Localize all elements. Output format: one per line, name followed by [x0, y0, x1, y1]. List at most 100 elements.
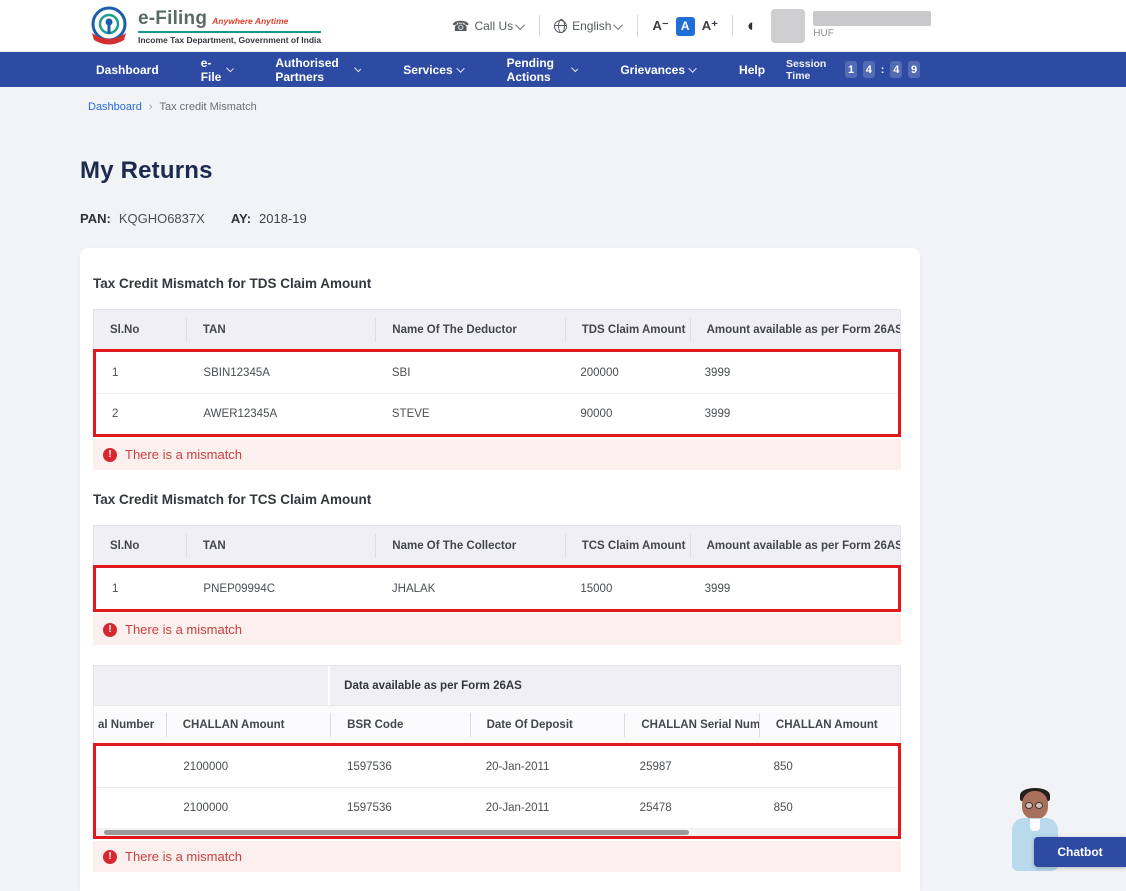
column-header-truncated: al Number [94, 713, 166, 737]
call-us-label: Call Us [474, 19, 513, 33]
income-tax-emblem-icon [88, 5, 130, 47]
tds-table: Sl.No TAN Name Of The Deductor TDS Claim… [93, 309, 901, 437]
cell: 90000 [564, 408, 688, 420]
column-header: CHALLAN Amount [759, 713, 900, 737]
logo-title: e-Filing [138, 8, 207, 30]
logo-tagline: Anywhere Anytime [212, 16, 288, 26]
group-header-empty [94, 666, 330, 705]
page-title: My Returns [80, 157, 1126, 185]
cell: 1 [96, 583, 187, 595]
chevron-down-icon [354, 64, 361, 71]
glasses-icon [1025, 802, 1045, 809]
user-profile-menu[interactable]: HUF [771, 9, 931, 43]
scrollbar-thumb[interactable] [104, 830, 689, 835]
column-header: Sl.No [94, 534, 186, 558]
warning-icon: ! [103, 448, 117, 462]
group-header-form26as: Data available as per Form 26AS [330, 680, 900, 692]
nav-grievances[interactable]: Grievances [599, 52, 718, 87]
breadcrumb-separator: › [149, 101, 153, 113]
cell: 200000 [564, 367, 688, 379]
chevron-down-icon [226, 64, 233, 71]
contrast-toggle-icon[interactable]: ◐ [747, 16, 757, 36]
tds-mismatch-highlight: 1 SBIN12345A SBI 200000 3999 2 AWER12345… [93, 349, 901, 437]
challan-mismatch-warning: ! There is a mismatch [93, 841, 901, 872]
warning-text: There is a mismatch [125, 622, 242, 637]
cell: 20-Jan-2011 [470, 761, 624, 773]
chevron-down-icon [614, 20, 624, 30]
cell: 1597536 [331, 761, 470, 773]
table-row: 1 SBIN12345A SBI 200000 3999 [96, 352, 898, 393]
tds-mismatch-warning: ! There is a mismatch [93, 439, 901, 470]
breadcrumb-dashboard-link[interactable]: Dashboard [88, 101, 142, 113]
divider [539, 15, 540, 37]
ay-value: 2018-19 [259, 211, 307, 226]
nav-label: Help [739, 63, 765, 77]
column-header: Date Of Deposit [470, 713, 625, 737]
efiling-logo[interactable]: e-Filing Anywhere Anytime Income Tax Dep… [88, 5, 321, 47]
cell: JHALAK [376, 583, 564, 595]
column-header: Sl.No [94, 318, 186, 342]
globe-icon [554, 20, 567, 33]
chevron-down-icon [456, 64, 464, 72]
chatbot-button[interactable]: Chatbot [1034, 837, 1126, 867]
chevron-down-icon [515, 20, 525, 30]
cell: 3999 [689, 583, 898, 595]
challan-group-header: Data available as per Form 26AS [93, 665, 901, 705]
user-type-label: HUF [813, 28, 931, 39]
font-increase-button[interactable]: A⁺ [702, 18, 718, 34]
chatbot-avatar-collar [1030, 819, 1040, 831]
nav-e-file[interactable]: e-File [180, 52, 255, 87]
column-header: Name Of The Collector [375, 534, 564, 558]
table-row: 1 PNEP09994C JHALAK 15000 3999 [96, 568, 898, 609]
cell: PNEP09994C [187, 583, 375, 595]
column-header: CHALLAN Serial Number [624, 713, 759, 737]
challan-column-header: al Number CHALLAN Amount BSR Code Date O… [93, 705, 901, 743]
breadcrumb: Dashboard › Tax credit Mismatch [88, 101, 1126, 113]
column-header: TCS Claim Amount [565, 534, 690, 558]
cell: 3999 [689, 408, 898, 420]
font-normal-button[interactable]: A [676, 17, 695, 36]
cell: 25478 [624, 802, 758, 814]
challan-mismatch-highlight: 2100000 1597536 20-Jan-2011 25987 850 21… [93, 743, 901, 839]
tds-table-header: Sl.No TAN Name Of The Deductor TDS Claim… [93, 309, 901, 349]
nav-dashboard[interactable]: Dashboard [75, 52, 180, 87]
phone-icon: ☎ [452, 18, 469, 35]
nav-help[interactable]: Help [718, 52, 786, 87]
session-time-label: Session Time [786, 58, 839, 82]
session-colon: : [881, 64, 885, 76]
session-digit: 9 [908, 61, 920, 78]
warning-text: There is a mismatch [125, 849, 242, 864]
tcs-table-header: Sl.No TAN Name Of The Collector TCS Clai… [93, 525, 901, 565]
nav-authorised-partners[interactable]: Authorised Partners [254, 52, 382, 87]
call-us-menu[interactable]: ☎ Call Us [452, 18, 525, 35]
cell: 1597536 [331, 802, 470, 814]
nav-pending-actions[interactable]: Pending Actions [486, 52, 600, 87]
nav-label: e-File [201, 56, 223, 84]
table-row: 2100000 1597536 20-Jan-2011 25987 850 [96, 746, 898, 787]
column-header: BSR Code [330, 713, 469, 737]
nav-label: Grievances [620, 63, 685, 77]
warning-icon: ! [103, 850, 117, 864]
cell: 15000 [564, 583, 688, 595]
horizontal-scrollbar[interactable] [96, 828, 898, 836]
language-menu[interactable]: English [554, 19, 623, 33]
column-header: TAN [186, 534, 375, 558]
session-timer: Session Time 1 4 : 4 9 [786, 58, 920, 82]
main-navbar: Dashboard e-File Authorised Partners Ser… [0, 52, 1126, 87]
tcs-section-title: Tax Credit Mismatch for TCS Claim Amount [93, 492, 901, 507]
cell: AWER12345A [187, 408, 375, 420]
nav-services[interactable]: Services [382, 52, 485, 87]
cell: 2 [96, 408, 187, 420]
font-decrease-button[interactable]: A⁻ [652, 18, 668, 34]
cell: 3999 [689, 367, 898, 379]
cell: SBIN12345A [187, 367, 375, 379]
cell: 2100000 [167, 802, 331, 814]
cell: 20-Jan-2011 [470, 802, 624, 814]
chevron-down-icon [688, 64, 696, 72]
column-header: Name Of The Deductor [375, 318, 564, 342]
ay-label: AY: [231, 211, 251, 226]
cell: 850 [758, 761, 898, 773]
user-name-redacted [813, 11, 931, 26]
divider [732, 15, 733, 37]
cell: 1 [96, 367, 187, 379]
